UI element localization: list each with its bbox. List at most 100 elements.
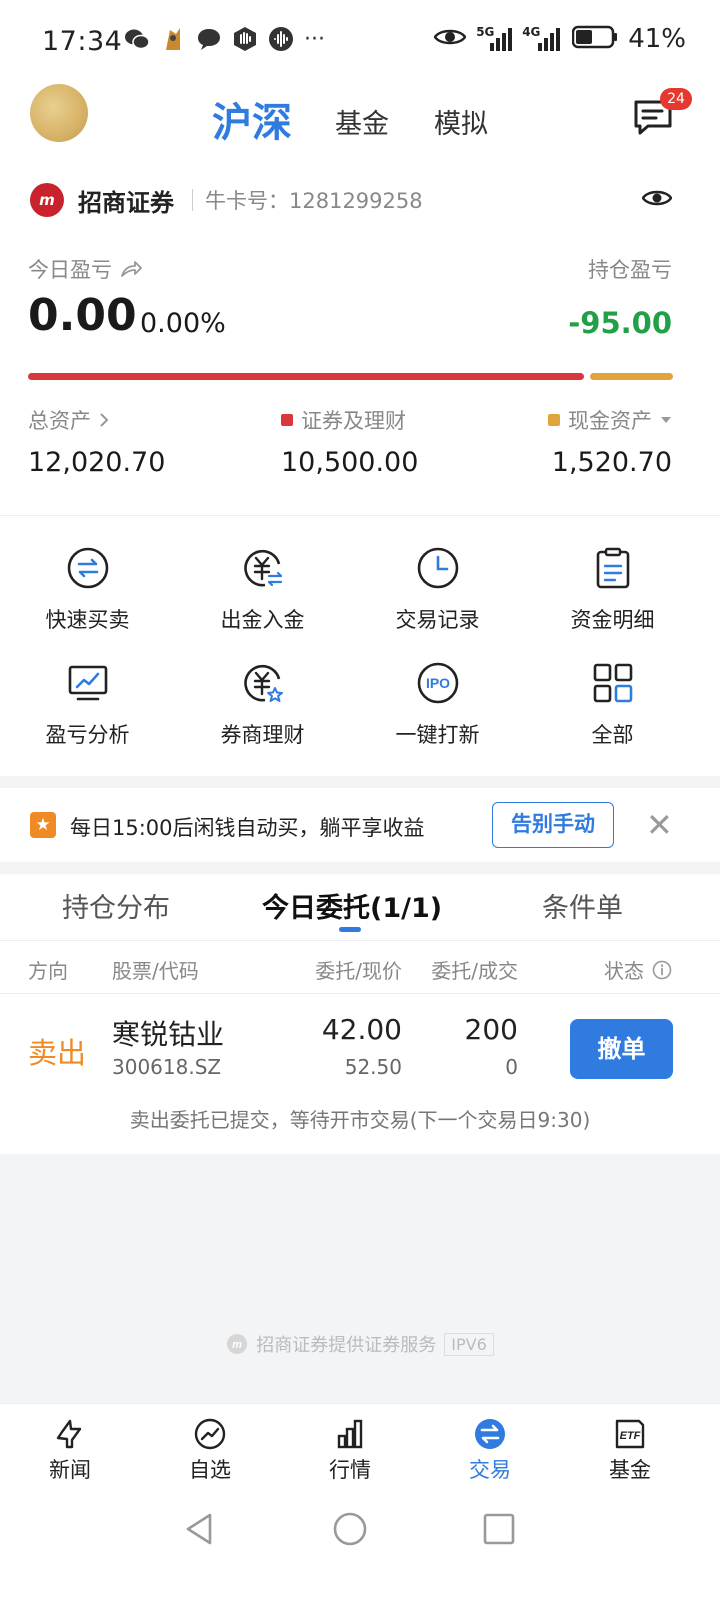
hand-badge-icon xyxy=(232,26,258,52)
broker-row: m 招商证券 牛卡号：1281299258 xyxy=(0,175,720,225)
app-notification-icon xyxy=(160,26,186,52)
empty-area xyxy=(0,1154,720,1403)
grid-icon xyxy=(593,663,632,703)
wechat-icon xyxy=(124,26,150,52)
cancel-order-button[interactable]: 撤单 xyxy=(570,1019,673,1079)
watchlist-icon xyxy=(194,1418,226,1450)
tab-conditional-orders[interactable]: 条件单 xyxy=(542,886,623,925)
today-pnl-value: 0.00 xyxy=(28,290,137,341)
market-tabs: 沪深 基金 模拟 xyxy=(0,80,720,160)
securities-legend-dot xyxy=(281,414,293,426)
toggle-visibility-button[interactable] xyxy=(641,187,673,213)
recents-icon[interactable] xyxy=(481,1511,517,1547)
header-status[interactable]: 状态 xyxy=(604,955,672,984)
caret-down-icon xyxy=(661,417,671,423)
nav-market[interactable]: 行情 xyxy=(300,1418,400,1484)
trade-icon xyxy=(475,1419,505,1449)
svg-text:IPO: IPO xyxy=(425,675,449,691)
eye-comfort-icon xyxy=(433,26,467,52)
tab-today-orders[interactable]: 今日委托(1/1) xyxy=(262,886,442,925)
stock-name: 寒锐钴业 xyxy=(112,1018,225,1051)
securities-proportion-bar xyxy=(28,373,584,380)
total-assets-value: 12,020.70 xyxy=(28,447,166,478)
system-navigation-bar xyxy=(0,1499,720,1610)
broker-name[interactable]: 招商证券 xyxy=(78,183,174,218)
divider xyxy=(0,940,720,941)
total-assets-link[interactable]: 总资产 xyxy=(28,405,109,435)
chart-monitor-icon xyxy=(68,665,107,701)
eye-icon xyxy=(641,190,673,206)
active-tab-indicator xyxy=(339,927,361,932)
filled-quantity: 0 xyxy=(505,1055,518,1079)
battery-percent: 41% xyxy=(628,24,686,54)
audio-wave-icon xyxy=(268,26,294,52)
clock-icon xyxy=(417,547,458,589)
clipboard-icon xyxy=(596,547,629,589)
svg-text:ETF: ETF xyxy=(620,1430,641,1442)
order-price: 42.00 xyxy=(321,1013,402,1046)
more-notifications-icon: ··· xyxy=(304,26,325,52)
grid-quick-trade[interactable]: 快速买卖 xyxy=(0,546,175,634)
grid-fund-details[interactable]: 资金明细 xyxy=(525,546,700,634)
grid-transfer-funds[interactable]: 出金入金 xyxy=(175,546,350,634)
market-icon xyxy=(337,1419,363,1449)
hold-pnl-label: 持仓盈亏 xyxy=(588,258,672,282)
cash-assets-dropdown[interactable]: 现金资产 xyxy=(548,405,672,435)
notification-icons: ··· xyxy=(124,26,325,52)
close-icon[interactable]: ✕ xyxy=(646,809,673,841)
section-divider xyxy=(0,776,720,788)
chat-bubble-icon xyxy=(196,26,222,52)
home-icon[interactable] xyxy=(332,1511,368,1547)
svg-text:m: m xyxy=(232,1339,242,1351)
status-bar: 17:34 ··· 5G 4G 41% xyxy=(0,0,720,80)
transfer-funds-icon xyxy=(243,549,282,587)
signal-4g-icon: 4G xyxy=(522,25,562,53)
footer-note: m 招商证券提供证券服务 IPV6 xyxy=(0,1331,720,1357)
account-number: 牛卡号：1281299258 xyxy=(205,189,423,213)
battery-icon xyxy=(571,25,618,53)
order-quantity: 200 xyxy=(464,1013,518,1046)
header-stock: 股票/代码 xyxy=(112,959,199,983)
cash-value: 1,520.70 xyxy=(551,447,672,478)
stock-code: 300618.SZ xyxy=(112,1055,222,1079)
broker-logo-icon: m xyxy=(30,183,64,217)
tab-hushen[interactable]: 沪深 xyxy=(212,90,292,148)
cash-proportion-bar xyxy=(590,373,673,380)
divider xyxy=(192,189,193,211)
nav-fund[interactable]: ETF 基金 xyxy=(580,1418,680,1484)
news-icon xyxy=(56,1419,82,1449)
nav-trade[interactable]: 交易 xyxy=(440,1418,540,1484)
today-pnl-label[interactable]: 今日盈亏 xyxy=(28,254,142,284)
promo-banner: ★ 每日15:00后闲钱自动买，躺平享收益 告别手动 ✕ xyxy=(0,788,720,862)
message-badge: 24 xyxy=(660,88,692,110)
nav-watchlist[interactable]: 自选 xyxy=(160,1418,260,1484)
securities-label: 证券及理财 xyxy=(281,405,406,435)
current-price: 52.50 xyxy=(344,1055,402,1079)
bottom-nav: 新闻 自选 行情 交易 ETF 基金 xyxy=(0,1403,720,1499)
header-direction: 方向 xyxy=(28,959,68,983)
nav-news[interactable]: 新闻 xyxy=(20,1418,120,1484)
broker-logo-icon: m xyxy=(227,1334,248,1354)
share-icon xyxy=(121,261,142,277)
chevron-right-icon xyxy=(100,413,109,427)
hold-pnl-value: -95.00 xyxy=(568,306,672,340)
yuan-star-icon xyxy=(243,664,283,702)
grid-broker-finance[interactable]: 券商理财 xyxy=(175,661,350,749)
order-status-note: 卖出委托已提交，等待开市交易(下一个交易日9:30) xyxy=(129,1108,591,1132)
grid-trade-records[interactable]: 交易记录 xyxy=(350,546,525,634)
system-status: 5G 4G 41% xyxy=(433,24,686,54)
grid-all[interactable]: 全部 xyxy=(525,661,700,749)
banner-action-button[interactable]: 告别手动 xyxy=(492,802,614,848)
tab-positions[interactable]: 持仓分布 xyxy=(62,886,170,925)
grid-ipo-subscribe[interactable]: IPO 一键打新 xyxy=(350,661,525,749)
tab-fund[interactable]: 基金 xyxy=(335,102,389,141)
star-icon: ★ xyxy=(30,812,56,838)
back-icon[interactable] xyxy=(182,1511,218,1547)
quick-trade-icon xyxy=(67,547,108,589)
grid-pnl-analysis[interactable]: 盈亏分析 xyxy=(0,661,175,749)
ipo-icon: IPO xyxy=(417,662,458,704)
info-icon xyxy=(652,960,672,979)
status-time: 17:34 xyxy=(42,26,123,57)
signal-5g-icon: 5G xyxy=(476,25,513,53)
tab-simulate[interactable]: 模拟 xyxy=(434,102,488,141)
